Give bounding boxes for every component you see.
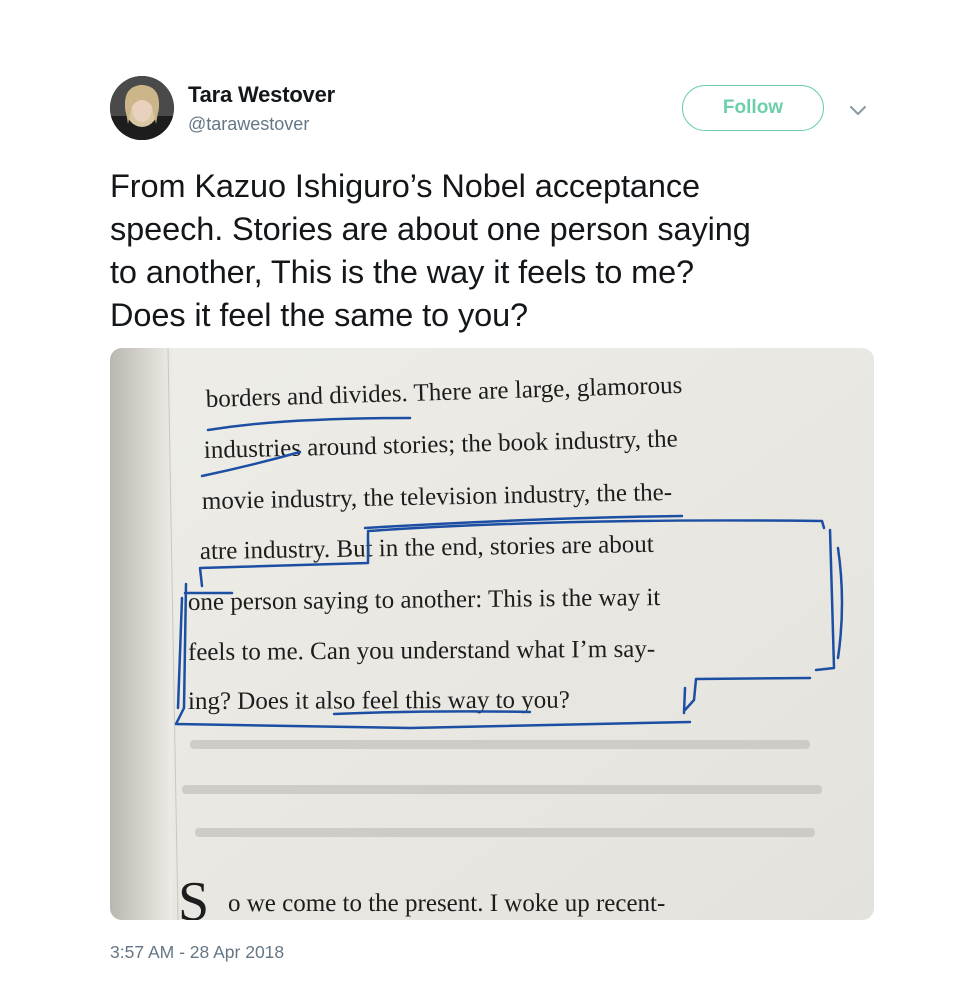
book-line: feels to me. Can you understand what I’m… — [188, 636, 655, 666]
avatar[interactable] — [110, 76, 174, 140]
tweet-text-line: Does it feel the same to you? — [110, 297, 529, 333]
tweet-timestamp[interactable]: 3:57 AM - 28 Apr 2018 — [110, 942, 284, 963]
book-page-image: borders and divides. There are large, gl… — [110, 348, 874, 920]
book-line: one person saying to another: This is th… — [188, 584, 661, 616]
author-handle[interactable]: @tarawestover — [188, 114, 309, 135]
book-drop-cap: S — [178, 871, 209, 920]
chevron-down-icon[interactable] — [846, 98, 870, 122]
follow-button[interactable]: Follow — [682, 85, 824, 131]
tweet-text-line: to another, This is the way it feels to … — [110, 254, 695, 290]
author-display-name[interactable]: Tara Westover — [188, 82, 335, 108]
tweet-photo[interactable]: borders and divides. There are large, gl… — [110, 348, 874, 920]
book-line: o we come to the present. I woke up rece… — [228, 890, 665, 917]
tweet-text: From Kazuo Ishiguro’s Nobel acceptance s… — [110, 165, 900, 337]
tweet-text-line: speech. Stories are about one person say… — [110, 211, 751, 247]
profile-photo — [110, 76, 174, 140]
tweet-text-line: From Kazuo Ishiguro’s Nobel acceptance — [110, 168, 700, 204]
